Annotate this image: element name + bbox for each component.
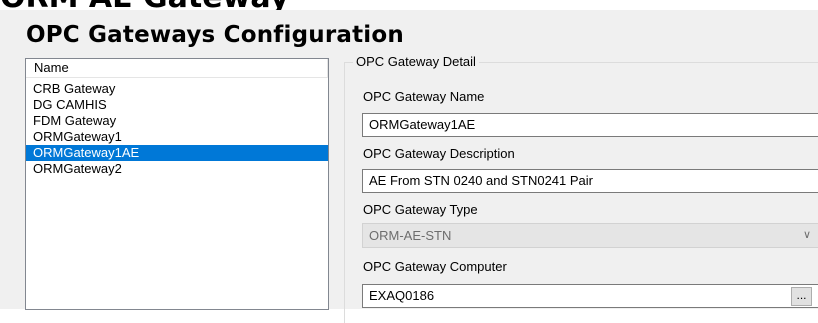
gateway-name-input[interactable]: ORMGateway1AE <box>362 113 818 137</box>
gateway-type-select[interactable]: ORM-AE-STN ∨ <box>362 223 818 248</box>
gateway-list-items: CRB Gateway DG CAMHIS FDM Gateway ORMGat… <box>26 78 328 177</box>
list-item[interactable]: ORMGateway1 <box>26 129 328 145</box>
gateway-type-value: ORM-AE-STN <box>369 228 452 243</box>
dialog-title: OPC Gateways Configuration <box>26 22 404 48</box>
list-item[interactable]: FDM Gateway <box>26 113 328 129</box>
gateway-name-label: OPC Gateway Name <box>363 89 485 104</box>
gateway-description-input[interactable]: AE From STN 0240 and STN0241 Pair <box>362 169 818 193</box>
list-item[interactable]: ORMGateway1AE <box>26 145 328 161</box>
list-item[interactable]: ORMGateway2 <box>26 161 328 177</box>
gateway-computer-input[interactable]: EXAQ0186 <box>362 284 818 308</box>
column-header-label: Name <box>34 60 69 75</box>
list-column-header-name[interactable]: Name <box>26 59 328 78</box>
list-item[interactable]: DG CAMHIS <box>26 97 328 113</box>
browse-computer-button[interactable]: ... <box>791 287 812 306</box>
detail-group-title: OPC Gateway Detail <box>353 54 479 69</box>
gateway-description-label: OPC Gateway Description <box>363 146 515 161</box>
gateway-list[interactable]: Name CRB Gateway DG CAMHIS FDM Gateway O… <box>25 58 329 310</box>
gateway-type-label: OPC Gateway Type <box>363 202 478 217</box>
list-item[interactable]: CRB Gateway <box>26 81 328 97</box>
chevron-down-icon[interactable]: ∨ <box>798 224 816 247</box>
column-divider[interactable] <box>327 59 328 77</box>
gateway-computer-label: OPC Gateway Computer <box>363 259 507 274</box>
